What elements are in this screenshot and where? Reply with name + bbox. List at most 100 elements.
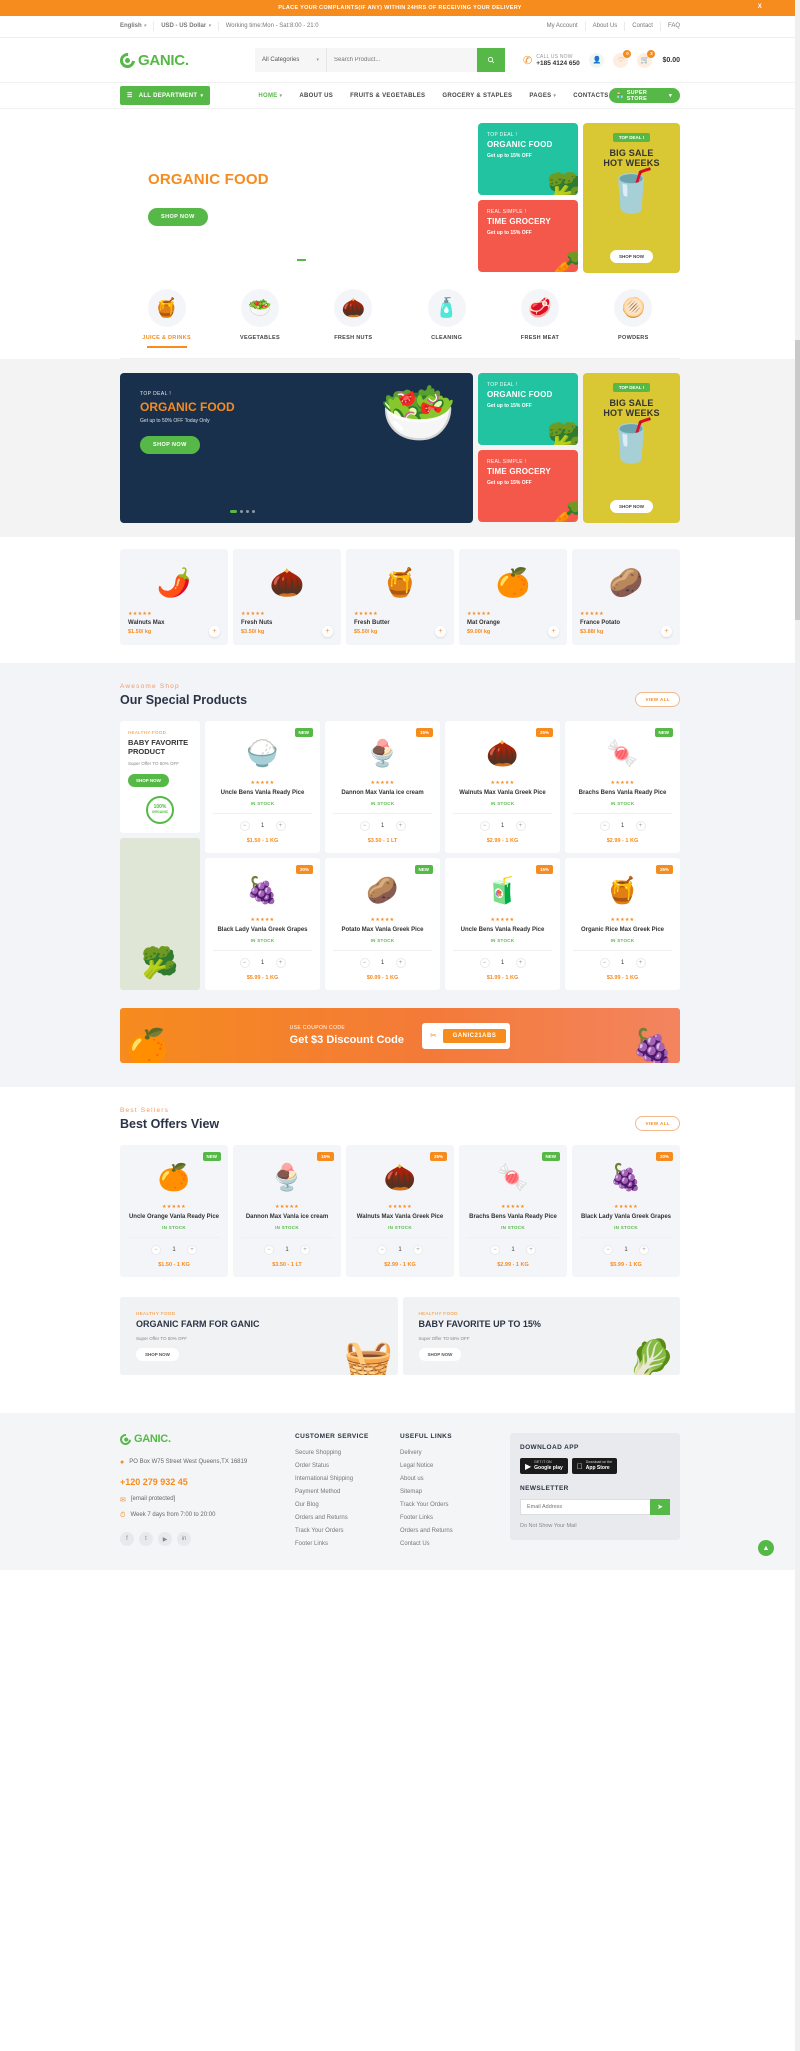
product-card[interactable]: 25% 🌰 ★★★★★ Walnuts Max Vanla Greek Pice… [346,1145,454,1278]
link-faq[interactable]: FAQ [661,22,680,31]
banner-baby-favorite[interactable]: HEALTHY FOOD BABY FAVORITE UP TO 15% Sup… [402,1297,680,1376]
banner-shop-now-button[interactable]: SHOP NOW [136,1347,179,1361]
promo-organic-food[interactable]: TOP DEAL ! ORGANIC FOOD Get up to 15% OF… [478,123,578,195]
quantity-stepper[interactable]: − 1 + [573,950,672,969]
increase-quantity-button[interactable]: + [635,821,646,832]
footer-link[interactable]: Track Your Orders [295,1528,400,1534]
increase-quantity-button[interactable]: + [395,821,406,832]
decrease-quantity-button[interactable]: − [151,1245,161,1256]
promo-baby-favorite[interactable]: HEALTHY FOOD BABY FAVORITE PRODUCT Super… [120,721,200,833]
footer-link[interactable]: Payment Method [295,1489,400,1495]
product-card[interactable]: 🌰 ★★★★★ Fresh Nuts $3.50/ kg + [233,549,341,645]
deal-shop-now-button[interactable]: SHOP NOW [140,436,200,454]
category-cleaning[interactable]: 🧴 CLEANING [400,289,493,348]
product-card[interactable]: NEW 🍚 ★★★★★ Uncle Bens Vanla Ready Pice … [205,721,320,854]
slider-dot[interactable] [240,510,243,513]
promo-big-sale[interactable]: TOP DEAL ! BIG SALE HOT WEEKS 🥤 SHOP NOW [583,123,680,273]
footer-link[interactable]: Footer Links [295,1541,400,1547]
slider-pagination[interactable] [296,259,306,261]
footer-link[interactable]: Orders and Returns [400,1528,510,1534]
wishlist-icon[interactable]: ♡ 0 [613,49,632,68]
nav-item-pages[interactable]: PAGES ▾ [529,93,556,99]
promo-shop-now-button[interactable]: SHOP NOW [128,773,169,787]
increase-quantity-button[interactable]: + [275,821,286,832]
footer-phone[interactable]: +120 279 932 45 [120,1477,295,1487]
quantity-stepper[interactable]: − 1 + [241,1237,333,1256]
decrease-quantity-button[interactable]: − [479,821,490,832]
promo-shop-now-button[interactable]: SHOP NOW [610,250,653,263]
nav-item-contacts[interactable]: CONTACTS [573,93,608,99]
increase-quantity-button[interactable]: + [639,1245,649,1256]
product-card[interactable]: 15% 🍨 ★★★★★ Dannon Max Vanla ice cream I… [233,1145,341,1278]
product-card[interactable]: 15% 🧃 ★★★★★ Uncle Bens Vanla Ready Pice … [445,858,560,991]
footer-link[interactable]: Secure Shopping [295,1450,400,1456]
link-contact[interactable]: Contact [625,22,661,31]
quantity-stepper[interactable]: − 1 + [333,813,432,832]
link-about-us[interactable]: About Us [586,22,626,31]
category-vegetables[interactable]: 🥗 VEGETABLES [213,289,306,348]
quantity-stepper[interactable]: − 1 + [354,1237,446,1256]
youtube-icon[interactable]: ▶ [158,1532,172,1547]
footer-link[interactable]: About us [400,1476,510,1482]
scrollbar-thumb[interactable] [795,340,800,620]
promo-shop-now-button[interactable]: SHOP NOW [610,500,653,513]
quantity-stepper[interactable]: − 1 + [453,950,552,969]
newsletter-email-input[interactable] [520,1498,650,1515]
footer-link[interactable]: Legal Notice [400,1463,510,1469]
footer-link[interactable]: Delivery [400,1450,510,1456]
slider-dot[interactable] [246,510,249,513]
add-to-cart-button[interactable]: + [209,626,220,637]
promo-time-grocery[interactable]: REAL SIMPLE ! TIME GROCERY Get up to 15%… [478,200,578,272]
product-card[interactable]: 20% 🍇 ★★★★★ Black Lady Vanla Greek Grape… [205,858,320,991]
product-card[interactable]: 🌶️ ★★★★★ Walnuts Max $1.50/ kg + [120,549,228,645]
deal-banner-dark[interactable]: TOP DEAL ! ORGANIC FOOD Get up to 50% OF… [120,373,473,523]
category-fresh-nuts[interactable]: 🌰 FRESH NUTS [307,289,400,348]
footer-email[interactable]: ✉ [email protected] [120,1496,295,1504]
product-card[interactable]: 20% 🍇 ★★★★★ Black Lady Vanla Greek Grape… [572,1145,680,1278]
add-to-cart-button[interactable]: + [548,626,559,637]
footer-link[interactable]: International Shipping [295,1476,400,1482]
increase-quantity-button[interactable]: + [300,1245,310,1256]
footer-link[interactable]: Contact Us [400,1541,510,1547]
call-us-block[interactable]: ✆ CALL US NOW +185 4124 650 [523,54,580,67]
google-play-button[interactable]: ▶ GET IT ON Google play [520,1458,568,1474]
quantity-stepper[interactable]: − 1 + [213,813,312,832]
decrease-quantity-button[interactable]: − [264,1245,274,1256]
link-my-account[interactable]: My Account [540,22,586,31]
cart-icon[interactable]: 🛒 2 [637,49,656,68]
product-card[interactable]: NEW 🍬 ★★★★★ Brachs Bens Vanla Ready Pice… [565,721,680,854]
product-card[interactable]: NEW 🥔 ★★★★★ Potato Max Vanla Greek Pice … [325,858,440,991]
site-logo[interactable]: GANIC. [116,49,255,71]
increase-quantity-button[interactable]: + [526,1245,536,1256]
increase-quantity-button[interactable]: + [275,958,286,969]
quantity-stepper[interactable]: − 1 + [128,1237,220,1256]
banner-organic-farm[interactable]: HEALTHY FOOD ORGANIC FARM FOR GANIC Supe… [120,1297,398,1376]
promo-organic-food[interactable]: TOP DEAL ! ORGANIC FOOD Get up to 15% OF… [478,373,578,445]
footer-link[interactable]: Track Your Orders [400,1502,510,1508]
footer-link[interactable]: Our Blog [295,1502,400,1508]
language-selector[interactable]: English ▾ [120,22,155,31]
coupon-banner[interactable]: 🍊 USE COUPON CODE Get $3 Discount Code ✂… [120,1008,680,1064]
product-card[interactable]: NEW 🍊 ★★★★★ Uncle Orange Vanla Ready Pic… [120,1145,228,1278]
view-all-button[interactable]: VIEW ALL [635,1116,680,1132]
add-to-cart-button[interactable]: + [435,626,446,637]
footer-logo[interactable]: GANIC. [117,1431,295,1448]
add-to-cart-button[interactable]: + [322,626,333,637]
quantity-stepper[interactable]: − 1 + [333,950,432,969]
product-card[interactable]: 25% 🌰 ★★★★★ Walnuts Max Vanla Greek Pice… [445,721,560,854]
footer-link[interactable]: Order Status [295,1463,400,1469]
slider-pagination[interactable] [230,510,255,513]
increase-quantity-button[interactable]: + [187,1245,197,1256]
decrease-quantity-button[interactable]: − [359,821,370,832]
decrease-quantity-button[interactable]: − [239,821,250,832]
category-powders[interactable]: 🫓 POWDERS [587,289,680,348]
nav-item-fruits-vegetables[interactable]: FRUITS & VEGETABLES [350,93,425,99]
footer-link[interactable]: Orders and Returns [295,1515,400,1521]
decrease-quantity-button[interactable]: − [599,958,610,969]
product-card[interactable]: 🍊 ★★★★★ Mat Orange $9.00/ kg + [459,549,567,645]
increase-quantity-button[interactable]: + [395,958,406,969]
decrease-quantity-button[interactable]: − [479,958,490,969]
increase-quantity-button[interactable]: + [515,958,526,969]
nav-item-home[interactable]: HOME ▾ [258,93,282,99]
footer-link[interactable]: Sitemap [400,1489,510,1495]
